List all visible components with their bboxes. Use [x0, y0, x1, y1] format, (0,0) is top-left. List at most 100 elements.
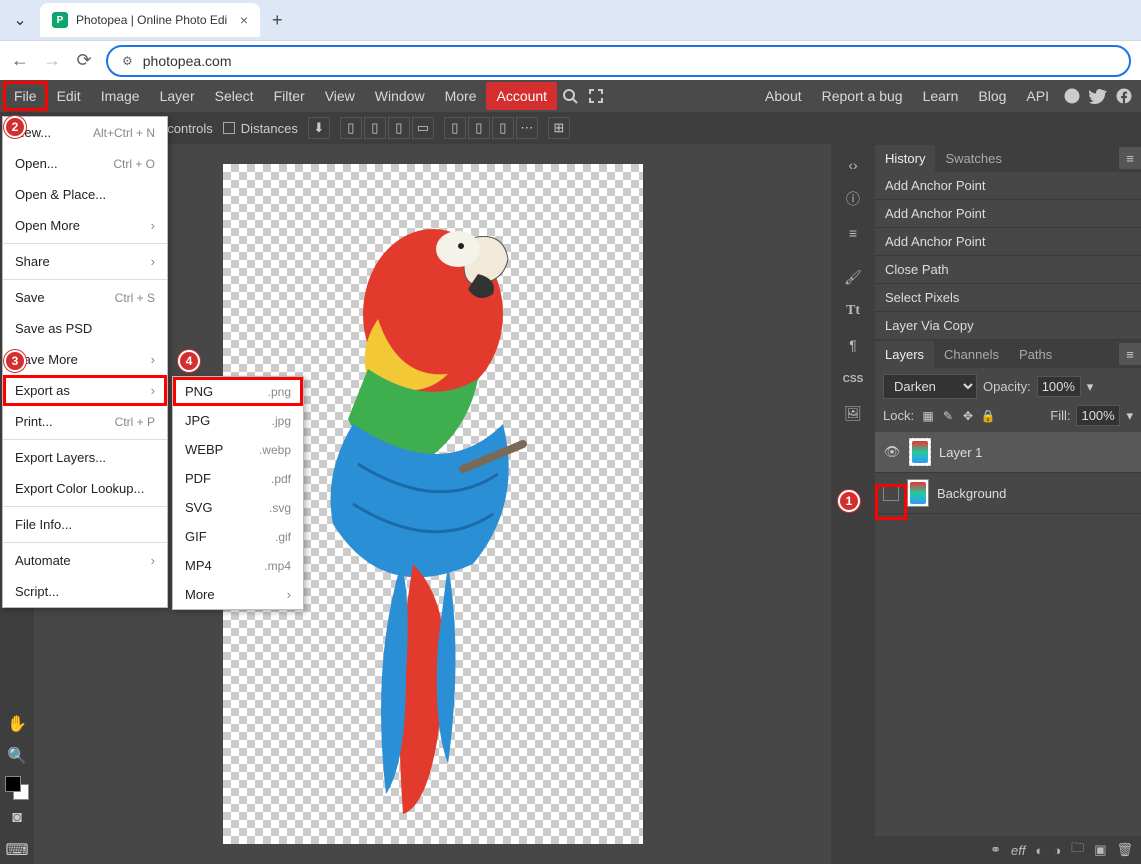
download-icon[interactable]: ⬇ — [308, 117, 330, 139]
layer-row[interactable]: Background — [875, 473, 1141, 514]
nav-back-button[interactable]: ← — [10, 50, 30, 71]
facebook-icon[interactable] — [1111, 83, 1137, 109]
screen-mode-tool[interactable]: ⌨ — [3, 836, 31, 864]
paragraph-panel-icon[interactable]: ¶ — [837, 330, 869, 360]
file-menu-item[interactable]: Open More› — [3, 210, 167, 241]
lock-transparency-icon[interactable]: ▦ — [920, 408, 936, 424]
menu-more[interactable]: More — [435, 82, 487, 110]
tab-list-chevron[interactable]: ⌄ — [8, 8, 32, 32]
export-submenu-item[interactable]: JPG.jpg — [173, 406, 303, 435]
history-item[interactable]: Close Path — [875, 256, 1141, 284]
distribute-v-icon[interactable]: ▯ — [468, 117, 490, 139]
file-menu-item[interactable]: Script... — [3, 576, 167, 607]
collapse-icon[interactable]: ‹› — [837, 150, 869, 180]
browser-tab[interactable]: P Photopea | Online Photo Edi × — [40, 3, 260, 37]
fullscreen-icon[interactable] — [583, 83, 609, 109]
new-layer-icon[interactable]: ▣ — [1094, 842, 1106, 858]
tab-channels[interactable]: Channels — [934, 341, 1009, 368]
link-api[interactable]: API — [1016, 82, 1059, 110]
lock-position-icon[interactable]: ✥ — [960, 408, 976, 424]
history-item[interactable]: Layer Via Copy — [875, 312, 1141, 340]
brush-panel-icon[interactable]: 🖌 — [837, 262, 869, 292]
link-blog[interactable]: Blog — [968, 82, 1016, 110]
css-panel-icon[interactable]: CSS — [837, 364, 869, 394]
file-menu-item[interactable]: Open & Place... — [3, 179, 167, 210]
reddit-icon[interactable] — [1059, 83, 1085, 109]
adjustment-layer-icon[interactable]: ◑ — [1053, 843, 1061, 858]
link-layers-icon[interactable]: ⚭ — [990, 842, 1001, 858]
menu-file[interactable]: File — [4, 82, 47, 110]
layer-thumbnail[interactable] — [907, 479, 929, 507]
history-item[interactable]: Add Anchor Point — [875, 200, 1141, 228]
delete-layer-icon[interactable]: 🗑 — [1116, 842, 1133, 858]
distances-checkbox[interactable]: Distances — [223, 121, 298, 136]
history-panel-menu-icon[interactable]: ≡ — [1119, 147, 1141, 169]
new-tab-button[interactable]: + — [272, 10, 283, 31]
file-menu-item[interactable]: File Info... — [3, 509, 167, 540]
opacity-input[interactable] — [1037, 376, 1081, 397]
file-menu-item[interactable]: Save More› — [3, 344, 167, 375]
nav-reload-button[interactable]: ⟳ — [74, 50, 94, 71]
file-menu-item[interactable]: Export Color Lookup... — [3, 473, 167, 504]
layer-visibility-toggle[interactable]: 👁 — [883, 444, 901, 460]
hand-tool[interactable]: ✋ — [3, 710, 31, 738]
lock-all-icon[interactable]: 🔒 — [980, 408, 996, 424]
menu-image[interactable]: Image — [91, 82, 150, 110]
layer-effects-icon[interactable]: eff — [1011, 843, 1025, 858]
menu-edit[interactable]: Edit — [47, 82, 91, 110]
menu-layer[interactable]: Layer — [150, 82, 205, 110]
tab-paths[interactable]: Paths — [1009, 341, 1062, 368]
options-panel-icon[interactable]: ≡ — [837, 218, 869, 248]
image-panel-icon[interactable]: 🖼 — [837, 398, 869, 428]
file-menu-item[interactable]: Print...Ctrl + P — [3, 406, 167, 437]
menu-view[interactable]: View — [315, 82, 365, 110]
site-info-icon[interactable]: ⚙ — [122, 54, 133, 68]
blend-mode-select[interactable]: Darken — [883, 374, 977, 399]
character-panel-icon[interactable]: Tt — [837, 296, 869, 326]
align-left-icon[interactable]: ▯ — [340, 117, 362, 139]
export-submenu-item[interactable]: WEBP.webp — [173, 435, 303, 464]
export-submenu-item[interactable]: PDF.pdf — [173, 464, 303, 493]
file-menu-item[interactable]: Save as PSD — [3, 313, 167, 344]
link-learn[interactable]: Learn — [913, 82, 969, 110]
opacity-slider-icon[interactable]: ▾ — [1087, 379, 1094, 395]
history-item[interactable]: Select Pixels — [875, 284, 1141, 312]
menu-select[interactable]: Select — [205, 82, 264, 110]
new-folder-icon[interactable]: 🗀 — [1071, 839, 1084, 861]
history-item[interactable]: Add Anchor Point — [875, 228, 1141, 256]
align-right-icon[interactable]: ▯ — [388, 117, 410, 139]
info-panel-icon[interactable]: ⓘ — [837, 184, 869, 214]
nav-forward-button[interactable]: → — [42, 50, 62, 71]
export-submenu-item[interactable]: More› — [173, 580, 303, 609]
distribute-spacing-icon[interactable]: ▯ — [492, 117, 514, 139]
tab-layers[interactable]: Layers — [875, 341, 934, 368]
menu-window[interactable]: Window — [365, 82, 435, 110]
grid-icon[interactable]: ⊞ — [548, 117, 570, 139]
fill-slider-icon[interactable]: ▾ — [1126, 408, 1133, 424]
menu-account[interactable]: Account — [486, 82, 557, 110]
distribute-h-icon[interactable]: ▯ — [444, 117, 466, 139]
layer-visibility-toggle[interactable] — [883, 485, 899, 501]
zoom-tool[interactable]: 🔍 — [3, 742, 31, 770]
align-top-icon[interactable]: ▭ — [412, 117, 434, 139]
fill-input[interactable] — [1076, 405, 1120, 426]
export-submenu-item[interactable]: SVG.svg — [173, 493, 303, 522]
file-menu-item[interactable]: Export Layers... — [3, 442, 167, 473]
align-center-h-icon[interactable]: ▯ — [364, 117, 386, 139]
file-menu-item[interactable]: Share› — [3, 246, 167, 277]
menu-filter[interactable]: Filter — [264, 82, 315, 110]
layers-panel-menu-icon[interactable]: ≡ — [1119, 343, 1141, 365]
layer-row[interactable]: 👁Layer 1 — [875, 432, 1141, 473]
quick-mask-tool[interactable]: ◙ — [3, 804, 31, 832]
export-submenu-item[interactable]: MP4.mp4 — [173, 551, 303, 580]
search-icon[interactable] — [557, 83, 583, 109]
export-submenu-item[interactable]: GIF.gif — [173, 522, 303, 551]
link-about[interactable]: About — [755, 82, 812, 110]
file-menu-item[interactable]: Automate› — [3, 545, 167, 576]
link-report-bug[interactable]: Report a bug — [812, 82, 913, 110]
file-menu-item[interactable]: SaveCtrl + S — [3, 282, 167, 313]
file-menu-item[interactable]: Open...Ctrl + O — [3, 148, 167, 179]
file-menu-item[interactable]: New...Alt+Ctrl + N — [3, 117, 167, 148]
history-item[interactable]: Add Anchor Point — [875, 172, 1141, 200]
twitter-icon[interactable] — [1085, 83, 1111, 109]
